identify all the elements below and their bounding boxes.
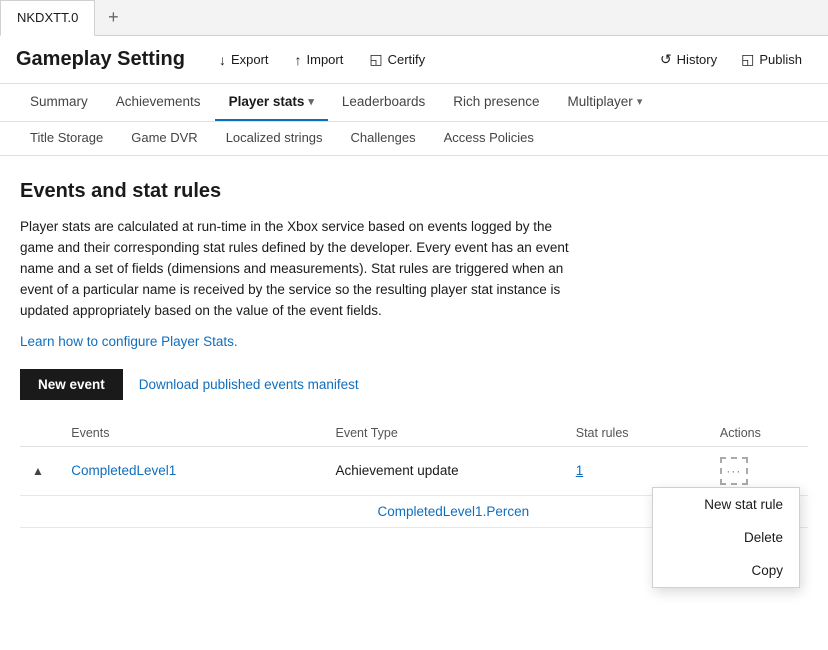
publish-button[interactable]: ◱ Publish [731, 46, 812, 73]
nav-item-achievements[interactable]: Achievements [102, 84, 215, 121]
new-event-button[interactable]: New event [20, 369, 123, 400]
app-title: Gameplay Setting [16, 48, 185, 71]
download-manifest-link[interactable]: Download published events manifest [139, 377, 359, 392]
history-icon: ↺ [660, 51, 672, 68]
main-content: Events and stat rules Player stats are c… [0, 156, 828, 548]
publish-icon: ◱ [741, 51, 754, 68]
col-expand-header [20, 420, 63, 447]
nav-item-leaderboards[interactable]: Leaderboards [328, 84, 439, 121]
event-name-cell: CompletedLevel1 [63, 446, 327, 495]
player-stats-arrow-icon: ▾ [308, 95, 314, 108]
app-header: Gameplay Setting ↓ Export ↑ Import ◱ Cer… [0, 36, 828, 84]
events-table: Events Event Type Stat rules Actions ▲ C… [20, 420, 808, 528]
certify-icon: ◱ [369, 51, 382, 68]
header-right: ↺ History ◱ Publish [650, 46, 812, 73]
learn-link[interactable]: Learn how to configure Player Stats. [20, 334, 808, 349]
row-expand-button[interactable]: ▲ [28, 462, 48, 480]
nav-item-summary[interactable]: Summary [16, 84, 102, 121]
nav-item-localized-strings[interactable]: Localized strings [212, 122, 337, 155]
table-row: ▲ CompletedLevel1 Achievement update 1 ·… [20, 446, 808, 495]
nav-item-multiplayer[interactable]: Multiplayer ▾ [554, 84, 657, 121]
context-menu-new-stat-rule[interactable]: New stat rule [653, 488, 799, 521]
nav-item-game-dvr[interactable]: Game DVR [117, 122, 211, 155]
actions-icon-button[interactable]: ··· [720, 457, 748, 485]
active-tab[interactable]: NKDXTT.0 [0, 0, 95, 36]
export-button[interactable]: ↓ Export [209, 47, 279, 73]
certify-button[interactable]: ◱ Certify [359, 46, 435, 73]
row-expand-cell: ▲ [20, 446, 63, 495]
nav-item-access-policies[interactable]: Access Policies [430, 122, 548, 155]
secondary-nav: Title Storage Game DVR Localized strings… [0, 122, 828, 156]
context-menu: New stat rule Delete Copy [652, 487, 800, 588]
nav-item-title-storage[interactable]: Title Storage [16, 122, 117, 155]
nav-item-challenges[interactable]: Challenges [337, 122, 430, 155]
nav-item-rich-presence[interactable]: Rich presence [439, 84, 553, 121]
sub-row-stat-link[interactable]: CompletedLevel1.Percen [378, 504, 530, 519]
add-tab-button[interactable]: + [95, 0, 131, 36]
section-title: Events and stat rules [20, 180, 808, 203]
header-actions: ↓ Export ↑ Import ◱ Certify [209, 46, 642, 73]
event-type-cell: Achievement update [328, 446, 568, 495]
col-stat-rules-header: Stat rules [568, 420, 712, 447]
stat-rules-link[interactable]: 1 [576, 463, 584, 478]
actions-dots-icon: ··· [726, 464, 741, 478]
context-menu-copy[interactable]: Copy [653, 554, 799, 587]
import-button[interactable]: ↑ Import [285, 47, 354, 73]
actions-cell: ··· New stat rule Delete Copy [712, 446, 808, 495]
actions-row: New event Download published events mani… [20, 369, 808, 400]
multiplayer-arrow-icon: ▾ [637, 95, 643, 108]
history-button[interactable]: ↺ History [650, 46, 727, 73]
tab-bar: NKDXTT.0 + [0, 0, 828, 36]
actions-menu-container: ··· New stat rule Delete Copy [720, 457, 800, 485]
import-icon: ↑ [295, 52, 302, 68]
section-description: Player stats are calculated at run-time … [20, 217, 580, 322]
primary-nav: Summary Achievements Player stats ▾ Lead… [0, 84, 828, 122]
sub-row-empty [20, 495, 328, 527]
event-name-link[interactable]: CompletedLevel1 [71, 463, 176, 478]
table-header-row: Events Event Type Stat rules Actions [20, 420, 808, 447]
col-events-header: Events [63, 420, 327, 447]
context-menu-delete[interactable]: Delete [653, 521, 799, 554]
col-actions-header: Actions [712, 420, 808, 447]
col-event-type-header: Event Type [328, 420, 568, 447]
export-icon: ↓ [219, 52, 226, 68]
nav-item-player-stats[interactable]: Player stats ▾ [215, 84, 328, 121]
